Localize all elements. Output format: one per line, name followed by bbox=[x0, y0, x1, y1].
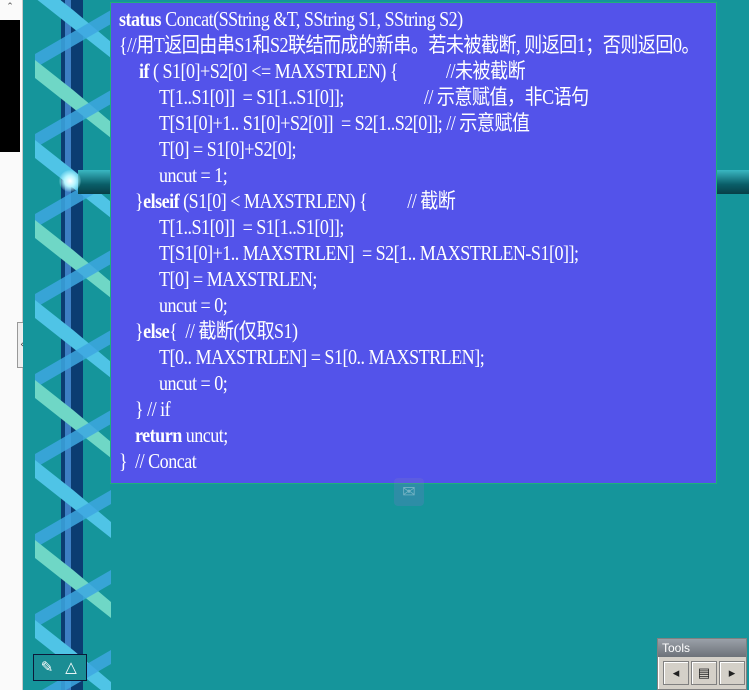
next-slide-button[interactable]: ▸ bbox=[719, 661, 745, 685]
code-text: uncut; bbox=[181, 423, 229, 447]
sidebar-dark-strip bbox=[0, 20, 20, 152]
code-line: T[1..S1[0]] = S1[1..S1[0]]; // 示意赋值，非C语句 bbox=[159, 84, 589, 110]
tools-toolbar: Tools ◂ ▤ ▸ bbox=[657, 638, 747, 690]
code-text: (S1[0] < MAXSTRLEN) { // 截断 bbox=[179, 189, 456, 213]
prev-slide-button[interactable]: ◂ bbox=[663, 661, 689, 685]
code-keyword: return bbox=[135, 423, 182, 447]
code-keyword: status bbox=[119, 7, 162, 31]
code-text: T[1..S1[0]] = S1[1..S1[0]]; // 示意赋值，非C语句 bbox=[159, 85, 589, 109]
code-line: if ( S1[0]+S2[0] <= MAXSTRLEN) { //未被截断 bbox=[139, 58, 526, 84]
slide-menu-button[interactable]: ▤ bbox=[691, 661, 717, 685]
code-keyword: elseif bbox=[143, 189, 180, 213]
code-line: T[0] = MAXSTRLEN; bbox=[159, 266, 317, 292]
code-line: uncut = 0; bbox=[159, 292, 228, 318]
code-line: T[S1[0]+1.. S1[0]+S2[0]] = S2[1..S2[0]];… bbox=[159, 110, 530, 136]
code-text: T[S1[0]+1.. S1[0]+S2[0]] = S2[1..S2[0]];… bbox=[159, 111, 530, 135]
code-line: T[1..S1[0]] = S1[1..S1[0]]; bbox=[159, 214, 344, 240]
code-text: { // 截断(仅取S1) bbox=[169, 319, 298, 343]
code-line: {//用T返回由串S1和S2联结而成的新串。若未被截断, 则返回1；否则返回0。 bbox=[119, 32, 700, 58]
glow-orb bbox=[59, 170, 81, 192]
rail-right bbox=[717, 170, 749, 194]
code-line: }else{ // 截断(仅取S1) bbox=[135, 318, 298, 344]
scroll-up-icon[interactable]: ⌃ bbox=[3, 2, 17, 14]
code-keyword: if bbox=[139, 59, 150, 83]
code-line: uncut = 1; bbox=[159, 162, 228, 188]
left-sidebar: ⌃ ‹ bbox=[0, 0, 27, 690]
code-text: {//用T返回由串S1和S2联结而成的新串。若未被截断, 则返回1；否则返回0。 bbox=[119, 33, 700, 57]
code-line: }elseif (S1[0] < MAXSTRLEN) { // 截断 bbox=[135, 188, 456, 214]
watermark-icon: ✉ bbox=[394, 478, 424, 506]
code-text: uncut = 0; bbox=[159, 293, 228, 317]
code-panel: status Concat(SString &T, SString S1, SS… bbox=[110, 2, 717, 484]
code-text: T[1..S1[0]] = S1[1..S1[0]]; bbox=[159, 215, 344, 239]
code-text: uncut = 0; bbox=[159, 371, 228, 395]
code-text: } // Concat bbox=[119, 449, 197, 473]
code-text: T[0] = MAXSTRLEN; bbox=[159, 267, 317, 291]
code-line: } // Concat bbox=[119, 448, 197, 474]
code-line: return uncut; bbox=[135, 422, 228, 448]
ribbon-decoration bbox=[35, 0, 111, 690]
code-keyword: else bbox=[143, 319, 170, 343]
code-text: Concat(SString &T, SString S1, SString S… bbox=[161, 7, 463, 31]
code-line: T[0.. MAXSTRLEN] = S1[0.. MAXSTRLEN]; bbox=[159, 344, 485, 370]
tools-title: Tools bbox=[658, 639, 746, 657]
code-line: status Concat(SString &T, SString S1, SS… bbox=[119, 6, 463, 32]
code-text: } // if bbox=[135, 397, 171, 421]
code-line: T[S1[0]+1.. MAXSTRLEN] = S2[1.. MAXSTRLE… bbox=[159, 240, 579, 266]
code-text: uncut = 1; bbox=[159, 163, 228, 187]
shape-icon[interactable]: △ bbox=[60, 657, 82, 677]
code-text: T[S1[0]+1.. MAXSTRLEN] = S2[1.. MAXSTRLE… bbox=[159, 241, 579, 265]
code-text: T[0] = S1[0]+S2[0]; bbox=[159, 137, 296, 161]
code-line: uncut = 0; bbox=[159, 370, 228, 396]
code-text: ( S1[0]+S2[0] <= MAXSTRLEN) { //未被截断 bbox=[149, 59, 526, 83]
pen-icon[interactable]: ✎ bbox=[36, 657, 58, 677]
slide-nav-icons: ✎ △ bbox=[33, 654, 87, 681]
code-line: T[0] = S1[0]+S2[0]; bbox=[159, 136, 296, 162]
code-line: } // if bbox=[135, 396, 171, 422]
code-text: T[0.. MAXSTRLEN] = S1[0.. MAXSTRLEN]; bbox=[159, 345, 485, 369]
